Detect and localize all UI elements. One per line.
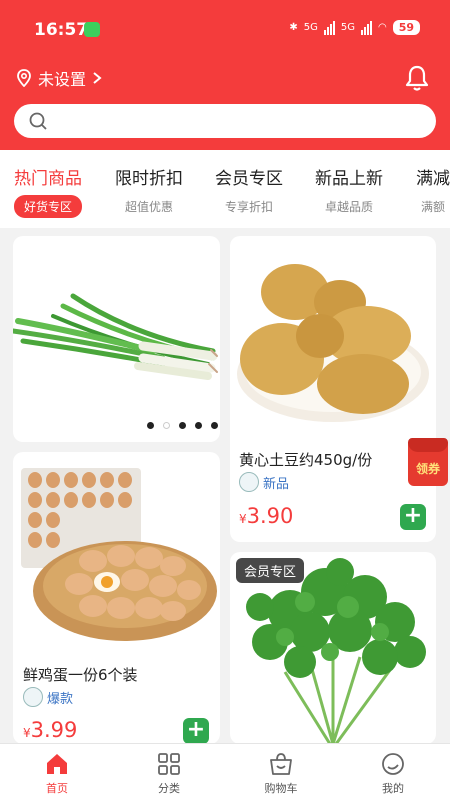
status-time: 16:57 bbox=[34, 20, 89, 40]
bell-icon[interactable] bbox=[404, 64, 430, 92]
bluetooth-icon: ✱ bbox=[289, 22, 298, 33]
location-selector[interactable]: 未设置 bbox=[16, 66, 102, 90]
product-card-eggs[interactable]: 鲜鸡蛋一份6个装 爆款 ¥3.99 + bbox=[13, 452, 220, 744]
member-zone-badge: 会员专区 bbox=[236, 558, 305, 583]
nav-mine[interactable]: 我的 bbox=[363, 752, 423, 796]
product-tag: 新品 bbox=[239, 472, 289, 492]
product-card-potato[interactable]: 黄心土豆约450g/份 新品 ¥3.90 + bbox=[230, 236, 436, 542]
carousel-dot bbox=[147, 422, 154, 429]
location-pin-icon bbox=[17, 69, 31, 87]
potato-image bbox=[237, 264, 429, 422]
nav-label: 购物车 bbox=[264, 782, 298, 795]
tab-title: 热门商品 bbox=[14, 169, 82, 189]
product-name: 黄心土豆约450g/份 bbox=[239, 451, 373, 469]
product-tag-label: 新品 bbox=[263, 476, 290, 492]
add-to-cart-button[interactable]: + bbox=[183, 718, 209, 744]
profile-icon bbox=[382, 753, 404, 775]
nav-label: 首页 bbox=[46, 782, 68, 795]
category-tabs: 热门商品 好货专区 限时折扣 超值优惠 会员专区 专享折扣 新品上新 卓越品质 … bbox=[0, 150, 450, 228]
status-bar: 16:57 ✱ 5G 5G ◠ 59 bbox=[0, 0, 450, 58]
carousel-indicator bbox=[147, 422, 218, 429]
currency-symbol: ¥ bbox=[239, 512, 247, 526]
carousel-dot bbox=[163, 422, 170, 429]
currency-symbol: ¥ bbox=[23, 726, 31, 740]
coupon-label: 领券 bbox=[415, 462, 440, 476]
tab-subtitle: 卓越品质 bbox=[324, 200, 373, 214]
tab-subtitle: 好货专区 bbox=[14, 195, 83, 218]
product-tag: 爆款 bbox=[23, 687, 73, 707]
bottom-nav: 首页 分类 购物车 我的 bbox=[0, 743, 450, 800]
product-name: 鲜鸡蛋一份6个装 bbox=[23, 666, 138, 684]
message-icon bbox=[84, 22, 100, 37]
tab-title: 满减 bbox=[416, 169, 450, 189]
tab-subtitle: 满额 bbox=[420, 200, 445, 214]
nav-category[interactable]: 分类 bbox=[139, 752, 199, 796]
tab-title: 新品上新 bbox=[315, 169, 383, 189]
product-card-cilantro[interactable]: 会员专区 bbox=[230, 552, 436, 744]
tab-hot-products[interactable]: 热门商品 好货专区 bbox=[14, 164, 83, 218]
nav-cart[interactable]: 购物车 bbox=[251, 752, 311, 796]
tab-title: 会员专区 bbox=[215, 169, 283, 189]
product-price: ¥3.90 bbox=[239, 504, 293, 528]
tab-subtitle: 超值优惠 bbox=[124, 200, 173, 214]
product-tag-label: 爆款 bbox=[47, 691, 74, 707]
search-bar[interactable] bbox=[14, 104, 436, 138]
eggs-image bbox=[21, 468, 217, 641]
carousel-dot bbox=[195, 422, 202, 429]
home-icon bbox=[47, 754, 67, 774]
signal-icon bbox=[323, 20, 335, 35]
tab-subtitle: 专享折扣 bbox=[224, 200, 273, 214]
tab-title: 限时折扣 bbox=[115, 169, 183, 189]
coupon-button[interactable]: 领券 bbox=[408, 438, 448, 486]
green-onion-image bbox=[13, 293, 218, 380]
carousel-dot bbox=[179, 422, 186, 429]
grid-icon bbox=[158, 753, 180, 775]
brand-logo-icon bbox=[23, 687, 43, 707]
tab-member-zone[interactable]: 会员专区 专享折扣 bbox=[215, 164, 283, 215]
status-icons: ✱ 5G 5G ◠ 59 bbox=[289, 20, 420, 35]
battery-indicator: 59 bbox=[392, 20, 420, 35]
search-icon bbox=[29, 112, 47, 130]
banner-card[interactable] bbox=[13, 236, 220, 442]
tab-limited-discount[interactable]: 限时折扣 超值优惠 bbox=[115, 164, 183, 215]
nav-label: 我的 bbox=[382, 782, 404, 795]
product-price: ¥3.99 bbox=[23, 718, 77, 742]
wifi-icon: ◠ bbox=[377, 22, 387, 33]
carousel-dot bbox=[211, 422, 218, 429]
tab-discount-full[interactable]: 满减 满额 bbox=[416, 164, 450, 215]
search-input[interactable] bbox=[58, 109, 418, 133]
cart-icon bbox=[270, 753, 292, 775]
chevron-right-icon bbox=[93, 72, 102, 84]
add-to-cart-button[interactable]: + bbox=[400, 504, 426, 530]
nav-label: 分类 bbox=[158, 782, 180, 795]
price-value: 3.90 bbox=[246, 504, 294, 528]
header: 16:57 ✱ 5G 5G ◠ 59 未设置 bbox=[0, 0, 450, 150]
nav-home[interactable]: 首页 bbox=[27, 752, 87, 796]
network-label-2: 5G bbox=[340, 22, 355, 33]
brand-logo-icon bbox=[239, 472, 259, 492]
tab-new-arrivals[interactable]: 新品上新 卓越品质 bbox=[315, 164, 383, 215]
signal-icon-2 bbox=[360, 20, 372, 35]
coupon-flap bbox=[408, 438, 448, 452]
price-value: 3.99 bbox=[30, 718, 78, 742]
network-label: 5G bbox=[303, 22, 318, 33]
location-label: 未设置 bbox=[38, 70, 87, 89]
